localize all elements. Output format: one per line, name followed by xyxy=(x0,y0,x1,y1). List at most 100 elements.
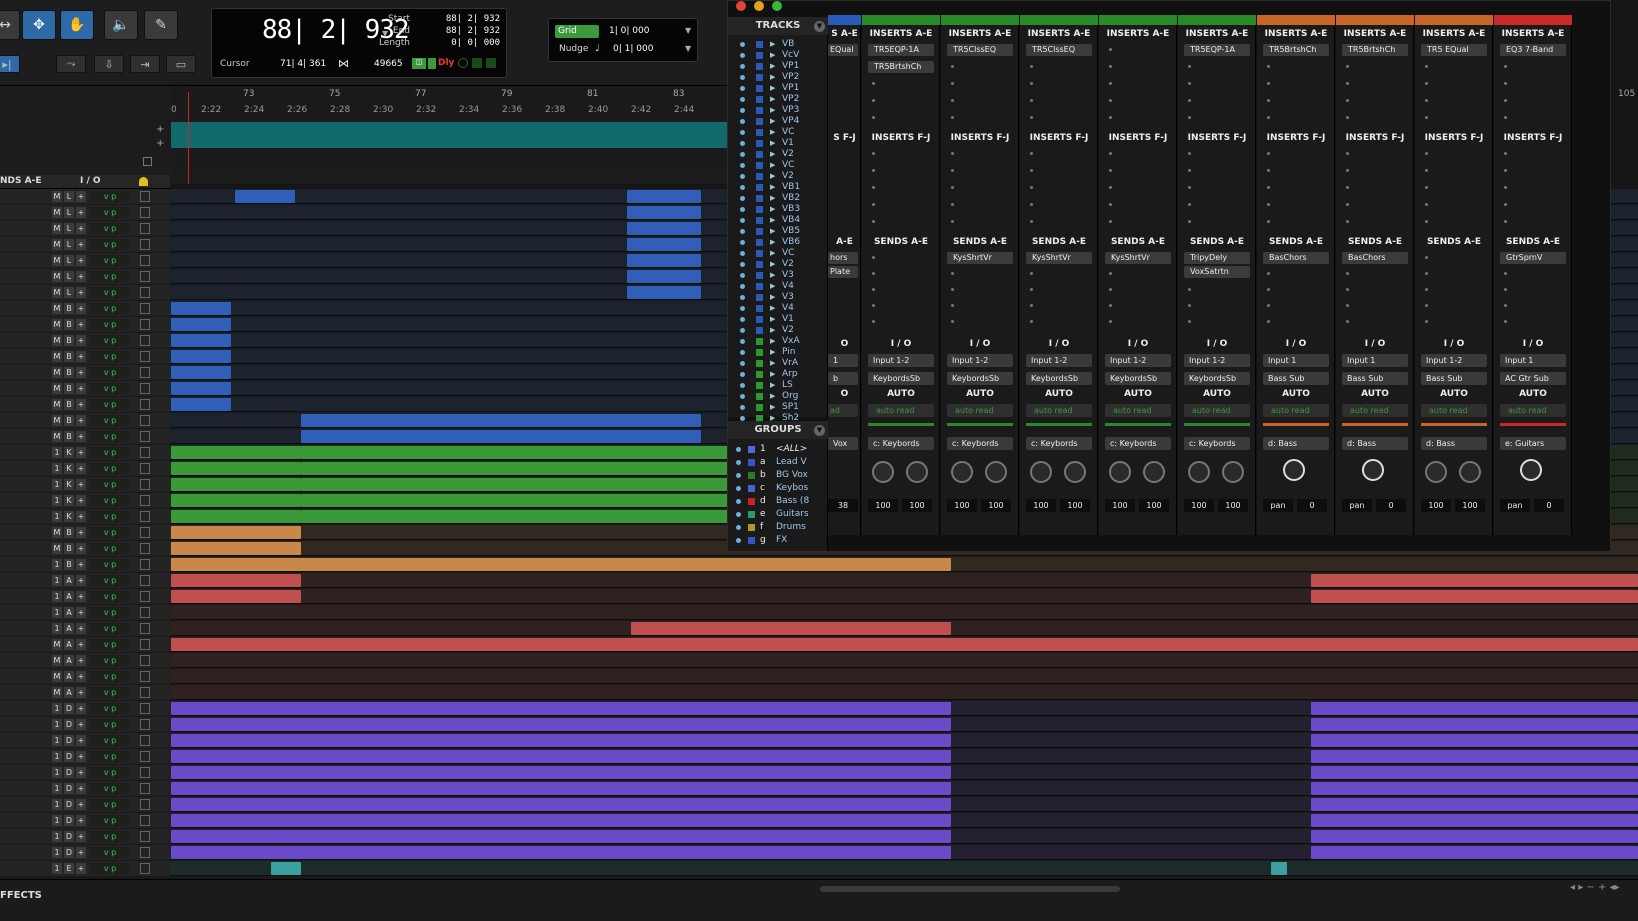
expand-icon[interactable]: ▶ xyxy=(770,149,775,160)
empty-send-slot[interactable] xyxy=(1425,272,1428,275)
group-active-icon[interactable] xyxy=(736,473,741,478)
track-row[interactable]: 1 D + v p xyxy=(0,701,1638,716)
track-mute-button[interactable]: 1 xyxy=(52,703,62,714)
grid-label[interactable]: Grid xyxy=(555,25,599,38)
track-record-icon[interactable]: + xyxy=(76,591,86,602)
send-slot[interactable]: BasChors xyxy=(1342,252,1408,264)
empty-send-slot[interactable] xyxy=(1188,304,1191,307)
group-list-item[interactable]: 1 <ALL> xyxy=(728,443,822,456)
empty-insert-slot[interactable] xyxy=(872,152,875,155)
track-options-icon[interactable] xyxy=(140,831,150,842)
expand-icon[interactable]: ▶ xyxy=(770,116,775,127)
track-visible-icon[interactable] xyxy=(740,405,745,410)
track-view-selector[interactable]: v p xyxy=(90,399,130,410)
expand-icon[interactable]: ▶ xyxy=(770,50,775,61)
track-options-icon[interactable] xyxy=(140,607,150,618)
track-view-selector[interactable]: v p xyxy=(90,303,130,314)
pan-left-value[interactable]: 100 xyxy=(1184,499,1214,512)
audio-clip[interactable] xyxy=(171,558,301,571)
empty-insert-slot[interactable] xyxy=(1267,116,1270,119)
track-record-icon[interactable]: + xyxy=(76,495,86,506)
group-selector[interactable]: c: Keybords xyxy=(1105,437,1171,450)
empty-insert-slot[interactable] xyxy=(1109,116,1112,119)
track-view-selector[interactable]: v p xyxy=(90,511,130,522)
track-record-icon[interactable]: + xyxy=(76,623,86,634)
empty-insert-slot[interactable] xyxy=(1188,152,1191,155)
track-solo-button[interactable]: D xyxy=(64,815,74,826)
track-options-icon[interactable] xyxy=(140,527,150,538)
audio-clip[interactable] xyxy=(291,558,951,571)
track-lane[interactable] xyxy=(171,558,1638,571)
track-record-icon[interactable]: + xyxy=(76,287,86,298)
expand-icon[interactable]: ▶ xyxy=(770,303,775,314)
group-selector[interactable]: e: Guitars xyxy=(1500,437,1566,450)
track-solo-button[interactable]: L xyxy=(64,239,74,250)
track-row[interactable]: 1 D + v p xyxy=(0,765,1638,780)
empty-insert-slot[interactable] xyxy=(1346,99,1349,102)
output-selector[interactable]: KeybordsSb xyxy=(1105,372,1171,385)
expand-icon[interactable]: ▶ xyxy=(770,171,775,182)
track-solo-button[interactable]: K xyxy=(64,463,74,474)
track-options-icon[interactable] xyxy=(140,687,150,698)
audio-clip[interactable] xyxy=(171,542,301,555)
audio-clip[interactable] xyxy=(1311,846,1638,859)
track-options-icon[interactable] xyxy=(140,255,150,266)
track-options-icon[interactable] xyxy=(140,303,150,314)
track-options-icon[interactable] xyxy=(140,447,150,458)
empty-insert-slot[interactable] xyxy=(1030,116,1033,119)
track-options-icon[interactable] xyxy=(140,767,150,778)
transport-icon-3[interactable] xyxy=(486,58,496,68)
audio-clip[interactable] xyxy=(171,830,951,843)
track-visible-icon[interactable] xyxy=(740,284,745,289)
empty-insert-slot[interactable] xyxy=(1030,169,1033,172)
audio-clip[interactable] xyxy=(627,270,701,283)
track-view-selector[interactable]: v p xyxy=(90,287,130,298)
empty-insert-slot[interactable] xyxy=(1188,116,1191,119)
tracks-list-item[interactable]: ▶ LS xyxy=(728,380,822,391)
track-options-icon[interactable] xyxy=(140,479,150,490)
expand-icon[interactable]: ▶ xyxy=(770,402,775,413)
track-visible-icon[interactable] xyxy=(740,394,745,399)
track-mute-button[interactable]: 1 xyxy=(52,447,62,458)
transport-icon[interactable] xyxy=(458,58,468,68)
empty-insert-slot[interactable] xyxy=(1425,99,1428,102)
audio-clip[interactable] xyxy=(171,590,301,603)
empty-insert-slot[interactable] xyxy=(1425,152,1428,155)
empty-send-slot[interactable] xyxy=(1425,256,1428,259)
audio-clip[interactable] xyxy=(1311,814,1638,827)
tracks-list-item[interactable]: ▶ SP1 xyxy=(728,402,822,413)
tracks-list-item[interactable]: ▶ VB xyxy=(728,39,822,50)
track-lane[interactable] xyxy=(171,670,1638,683)
audio-clip[interactable] xyxy=(171,702,951,715)
input-selector[interactable]: Input 1-2 xyxy=(947,354,1013,367)
tab-to-transient-icon[interactable]: ⤳ xyxy=(56,55,86,73)
track-mute-button[interactable]: 1 xyxy=(52,831,62,842)
track-mute-button[interactable]: M xyxy=(52,639,62,650)
insertion-follows-icon[interactable]: ⇥ xyxy=(130,55,160,73)
send-slot[interactable]: KysShrtVr xyxy=(1105,252,1171,264)
empty-insert-slot[interactable] xyxy=(951,65,954,68)
audio-clip[interactable] xyxy=(171,782,951,795)
audio-clip[interactable] xyxy=(1271,862,1287,875)
track-row[interactable]: 1 A + v p xyxy=(0,589,1638,604)
track-mute-button[interactable]: M xyxy=(52,351,62,362)
empty-send-slot[interactable] xyxy=(1030,320,1033,323)
tracks-list-item[interactable]: ▶ Arp xyxy=(728,369,822,380)
track-record-icon[interactable]: + xyxy=(76,463,86,474)
empty-send-slot[interactable] xyxy=(1109,320,1112,323)
track-mute-button[interactable]: 1 xyxy=(52,735,62,746)
group-selector[interactable]: d: Bass xyxy=(1342,437,1408,450)
track-record-icon[interactable]: + xyxy=(76,367,86,378)
track-record-icon[interactable]: + xyxy=(76,783,86,794)
audio-clip[interactable] xyxy=(171,462,301,475)
group-selector[interactable]: c: Keybords xyxy=(1026,437,1092,450)
group-active-icon[interactable] xyxy=(736,447,741,452)
expand-icon[interactable]: ▶ xyxy=(770,325,775,336)
track-visible-icon[interactable] xyxy=(740,273,745,278)
group-list-item[interactable]: d Bass (8 xyxy=(728,495,822,508)
track-solo-button[interactable]: E xyxy=(64,863,74,874)
group-selector[interactable]: d: Bass xyxy=(1263,437,1329,450)
empty-send-slot[interactable] xyxy=(1267,320,1270,323)
track-row[interactable]: 1 A + v p xyxy=(0,573,1638,588)
empty-send-slot[interactable] xyxy=(1030,288,1033,291)
